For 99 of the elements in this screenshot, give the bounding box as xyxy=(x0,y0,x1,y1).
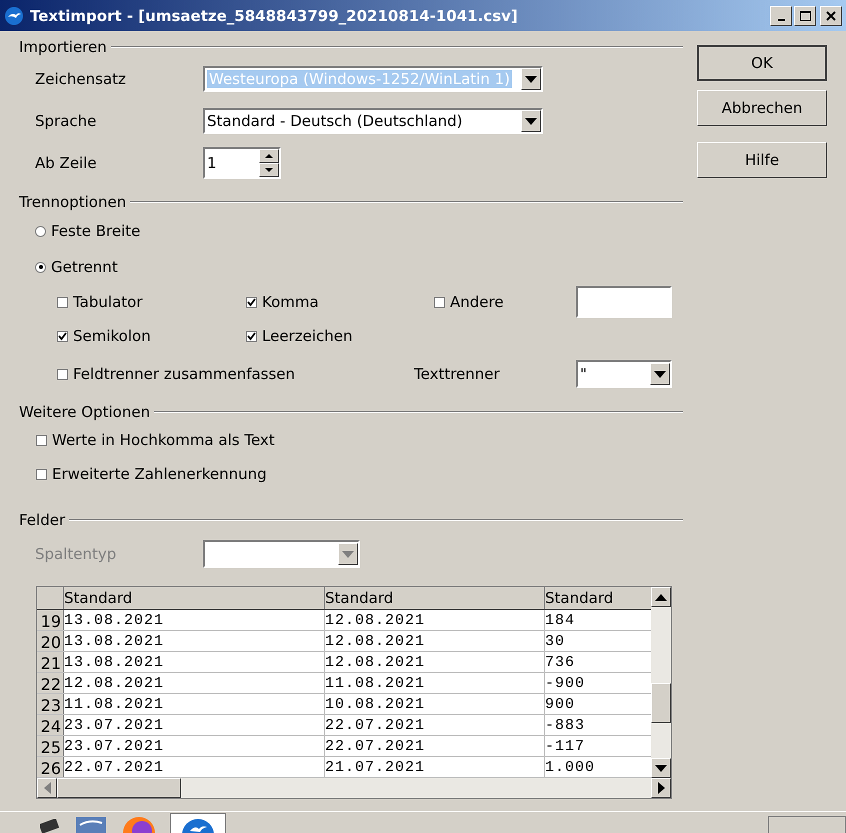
table-cell: 11.08.2021 xyxy=(325,673,545,693)
checkbox-label: Semikolon xyxy=(73,327,151,345)
window-title: Textimport - [umsaetze_5848843799_20210814-1041.csv] xyxy=(30,6,518,24)
maximize-button[interactable] xyxy=(794,6,816,26)
row-number: 24 xyxy=(37,715,64,735)
checkbox[interactable] xyxy=(36,468,47,480)
row-number: 26 xyxy=(37,757,64,777)
radio-button[interactable] xyxy=(35,226,46,236)
checkmark-icon xyxy=(247,332,256,340)
dropdown[interactable]: " xyxy=(576,360,672,388)
checkmark-icon xyxy=(247,298,256,306)
dialog-button[interactable]: Abbrechen xyxy=(697,90,827,126)
column-header[interactable]: Standard xyxy=(325,587,545,609)
table-cell-text: 184 xyxy=(545,611,576,630)
table-cell: 12.08.2021 xyxy=(325,652,545,672)
app-logo-icon xyxy=(181,817,215,833)
table-cell: 11.08.2021 xyxy=(64,694,325,714)
table-cell-text: 900 xyxy=(545,695,576,714)
taskbar-button[interactable] xyxy=(170,813,226,833)
close-button[interactable] xyxy=(820,6,842,26)
input-field[interactable] xyxy=(576,286,672,318)
checkbox[interactable] xyxy=(434,296,445,308)
section-heading: Weitere Optionen xyxy=(19,403,150,421)
close-icon xyxy=(826,10,836,20)
table-cell: 13.08.2021 xyxy=(64,610,325,630)
section-heading: Trennoptionen xyxy=(19,193,126,211)
radio-button[interactable] xyxy=(35,262,46,272)
caret-icon xyxy=(654,370,666,378)
row-number: 23 xyxy=(37,694,64,714)
row-number: 25 xyxy=(37,736,64,756)
checkbox-label: Werte in Hochkomma als Text xyxy=(52,431,275,449)
radio-label: Feste Breite xyxy=(51,222,140,240)
caret-icon xyxy=(525,76,537,82)
dialog-button[interactable]: OK xyxy=(697,45,827,81)
field-label: Sprache xyxy=(35,112,98,130)
row-number: 20 xyxy=(37,631,64,651)
checkbox-label: Feldtrenner zusammenfassen xyxy=(73,365,296,383)
caret-icon xyxy=(525,118,537,124)
field-label: Texttrenner xyxy=(414,365,500,383)
table-cell: 12.08.2021 xyxy=(64,673,325,693)
section-heading: Importieren xyxy=(19,38,107,56)
table-cell: 12.08.2021 xyxy=(325,631,545,651)
down-arrow-icon xyxy=(265,168,273,172)
table-cell-text: -900 xyxy=(545,674,586,693)
up-arrow-icon xyxy=(265,154,273,158)
column-header[interactable]: Standard xyxy=(545,587,650,609)
caret-icon xyxy=(342,550,354,558)
table-cell: 13.08.2021 xyxy=(64,652,325,672)
checkbox-label: Andere xyxy=(450,293,504,311)
checkbox[interactable] xyxy=(57,368,68,380)
checkbox-label: Erweiterte Zahlenerkennung xyxy=(52,465,267,483)
checkbox-label: Leerzeichen xyxy=(262,327,352,345)
checkmark-icon xyxy=(58,332,67,340)
field-label: Spaltentyp xyxy=(35,545,118,563)
radio-label: Getrennt xyxy=(51,258,118,276)
dialog-button[interactable]: Hilfe xyxy=(697,142,827,178)
checkbox[interactable] xyxy=(246,330,257,342)
table-cell-text: 736 xyxy=(545,653,576,672)
table-cell-text: -117 xyxy=(545,737,586,756)
table-cell: 23.07.2021 xyxy=(64,715,325,735)
right-arrow-icon xyxy=(658,782,664,794)
table-cell: 22.07.2021 xyxy=(64,757,325,777)
field-label: Ab Zeile xyxy=(35,154,98,172)
scroll-thumb[interactable] xyxy=(57,778,181,798)
row-number: 22 xyxy=(37,673,64,693)
left-arrow-icon xyxy=(44,782,50,794)
field-label: Zeichensatz xyxy=(35,70,127,88)
checkbox[interactable] xyxy=(57,330,68,342)
section-heading: Felder xyxy=(19,511,66,529)
table-cell: 13.08.2021 xyxy=(64,631,325,651)
table-cell: 21.07.2021 xyxy=(325,757,545,777)
dropdown[interactable]: Standard - Deutsch (Deutschland) xyxy=(203,108,543,134)
table-cell: 22.07.2021 xyxy=(325,736,545,756)
column-header[interactable]: Standard xyxy=(64,587,325,609)
vertical-scrollbar[interactable] xyxy=(651,587,671,778)
checkbox[interactable] xyxy=(36,434,47,446)
checkbox[interactable] xyxy=(246,296,257,308)
down-arrow-icon xyxy=(655,764,667,772)
table-cell-text: 30 xyxy=(545,632,566,651)
horizontal-scrollbar[interactable] xyxy=(37,778,671,798)
minimize-button[interactable] xyxy=(770,6,792,26)
spin-field[interactable]: 1 xyxy=(203,147,281,179)
scroll-thumb[interactable] xyxy=(651,683,671,723)
dropdown[interactable] xyxy=(203,540,360,568)
row-number: 19 xyxy=(37,610,64,630)
up-arrow-icon xyxy=(655,594,667,600)
row-number: 21 xyxy=(37,652,64,672)
checkbox[interactable] xyxy=(57,296,68,308)
minimize-icon xyxy=(778,18,784,20)
checkbox-label: Komma xyxy=(262,293,319,311)
app-logo-icon xyxy=(4,6,24,26)
table-cell-text: 1.000 xyxy=(545,758,596,777)
checkbox-label: Tabulator xyxy=(73,293,142,311)
table-cell-text: -883 xyxy=(545,716,586,735)
maximize-icon xyxy=(800,10,810,20)
table-cell: 10.08.2021 xyxy=(325,694,545,714)
table-cell: 23.07.2021 xyxy=(64,736,325,756)
table-cell: 22.07.2021 xyxy=(325,715,545,735)
table-cell: 12.08.2021 xyxy=(325,610,545,630)
